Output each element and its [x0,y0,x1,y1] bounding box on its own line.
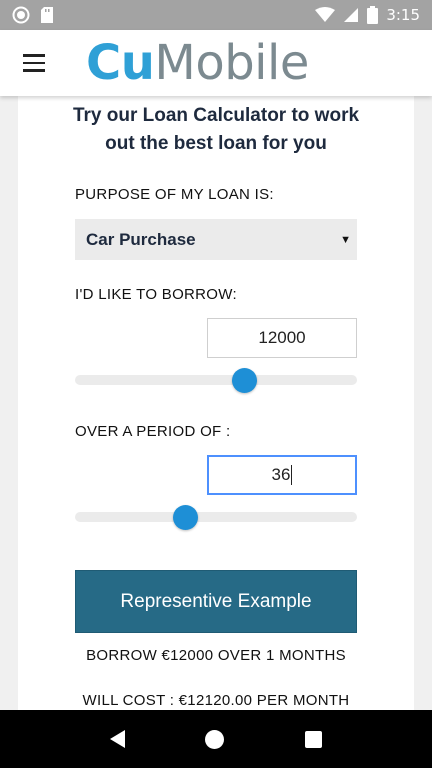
borrow-summary: BORROW €12000 OVER 1 MONTHS [86,647,346,664]
borrow-slider-track[interactable] [75,368,357,393]
content-area: Try our Loan Calculator to work out the … [0,96,432,710]
cost-summary: WILL COST : €12120.00 PER MONTH [82,692,350,709]
sd-card-icon [41,7,53,23]
recent-apps-icon[interactable] [304,730,322,748]
borrow-label: I'D LIKE TO BORROW: [75,286,237,303]
camera-status-icon [12,6,30,24]
status-bar: 3:15 [0,0,432,30]
app-logo: CuMobile [86,35,309,91]
representative-example-button[interactable]: Representive Example [75,570,357,633]
period-label: OVER A PERIOD OF : [75,423,231,440]
status-time: 3:15 [386,6,420,24]
purpose-label: PURPOSE OF MY LOAN IS: [75,186,274,203]
app-bar: CuMobile [0,30,432,96]
navigation-bar [0,710,432,768]
wifi-icon [315,7,336,22]
borrow-amount-input[interactable]: 12000 [207,318,357,358]
signal-icon [344,8,359,22]
purpose-select-value: Car Purchase [86,229,196,249]
home-icon[interactable] [205,729,225,749]
period-slider-track[interactable] [75,505,357,530]
calculator-headline: Try our Loan Calculator to work out the … [72,105,360,154]
back-icon[interactable] [110,730,126,748]
purpose-select[interactable]: Car Purchase ▼ [75,219,357,260]
battery-icon [367,6,379,24]
period-input[interactable]: 36 [207,455,357,495]
period-slider-thumb[interactable] [172,505,198,530]
menu-button[interactable] [0,30,68,96]
text-cursor [291,465,293,485]
hamburger-menu-icon [23,52,45,75]
dropdown-arrow-icon: ▼ [340,233,351,246]
